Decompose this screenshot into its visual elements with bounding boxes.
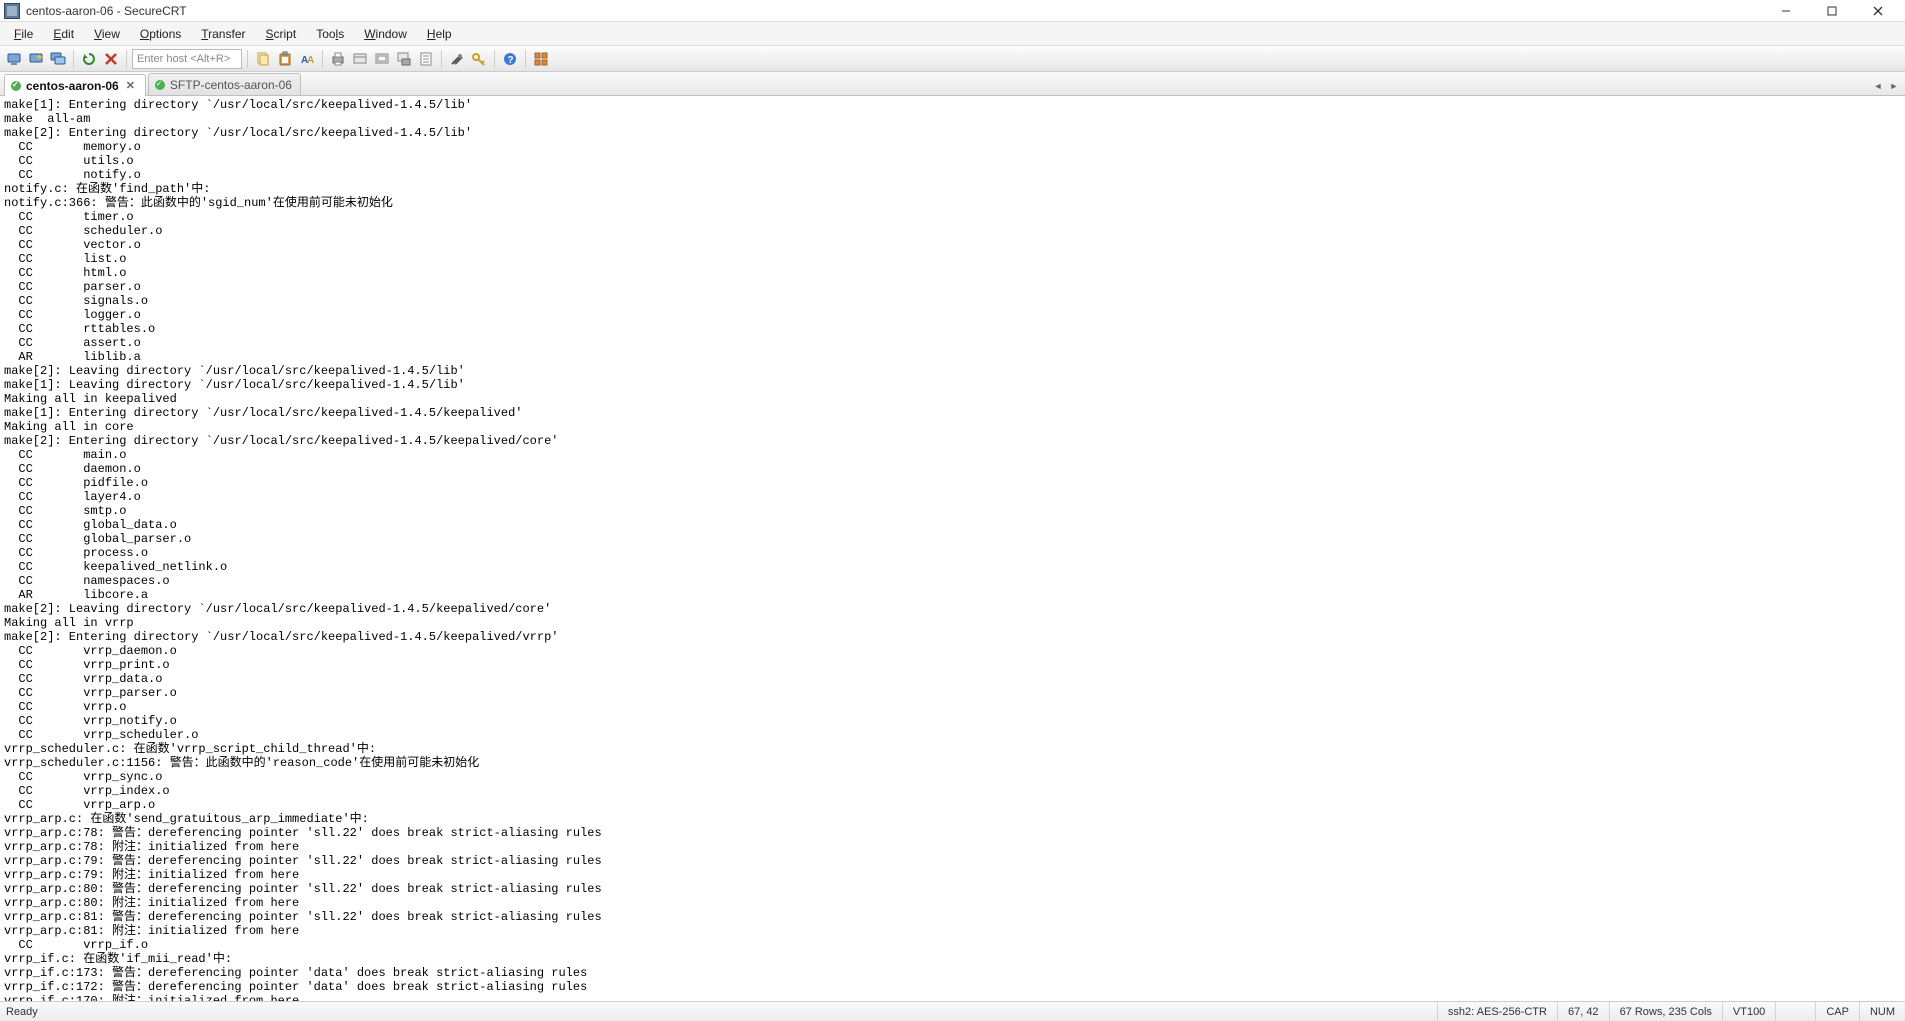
host-input[interactable]: Enter host <Alt+R> [132,49,242,69]
menu-options-label: O [140,27,149,41]
menu-tools[interactable]: Tools [306,22,354,45]
menu-transfer[interactable]: Transfer [191,22,255,45]
tools-icon[interactable] [447,49,467,69]
menu-help-label: H [427,27,436,41]
toolbar: Enter host <Alt+R> AA ? [0,46,1905,72]
menu-view-label: V [94,27,102,41]
toolbar-separator [73,50,74,68]
tab-close-icon[interactable]: ✕ [124,79,137,92]
status-protocol: ssh2: AES-256-CTR [1437,1002,1557,1021]
new-window-icon[interactable] [372,49,392,69]
tab-label: SFTP-centos-aaron-06 [170,78,292,92]
window-controls [1763,0,1901,22]
toolbar-separator [525,50,526,68]
tab-next-icon[interactable]: ► [1887,79,1901,93]
paste-icon[interactable] [275,49,295,69]
status-ready: Ready [0,1006,38,1018]
toolbar-separator [494,50,495,68]
svg-text:?: ? [508,55,514,66]
toolbar-separator [247,50,248,68]
menu-file[interactable]: File [4,22,43,45]
menu-edit-label: E [53,27,61,41]
menu-options[interactable]: Options [130,22,191,45]
status-term: VT100 [1722,1002,1775,1021]
menu-tools-label: l [336,27,339,41]
menu-view[interactable]: View [84,22,130,45]
screen-icon[interactable] [350,49,370,69]
connected-icon [11,81,21,91]
tab-nav: ◄ ► [1871,79,1901,95]
statusbar: Ready ssh2: AES-256-CTR 67, 42 67 Rows, … [0,1001,1905,1021]
menu-script-label: S [266,27,274,41]
tab-centos-aaron-06[interactable]: centos-aaron-06 ✕ [4,74,146,96]
print-icon[interactable] [328,49,348,69]
maximize-button[interactable] [1809,0,1855,22]
window-title: centos-aaron-06 - SecureCRT [26,4,1763,18]
toolbar-separator [126,50,127,68]
host-placeholder: Enter host <Alt+R> [137,53,230,65]
app-window: centos-aaron-06 - SecureCRT File Edit Vi… [0,0,1905,1021]
toolbar-separator [441,50,442,68]
minimize-button[interactable] [1763,0,1809,22]
log-icon[interactable] [416,49,436,69]
menu-window-label: W [364,27,375,41]
close-button[interactable] [1855,0,1901,22]
titlebar[interactable]: centos-aaron-06 - SecureCRT [0,0,1905,22]
svg-text:A: A [307,55,314,66]
terminal-output[interactable]: make[1]: Entering directory `/usr/local/… [0,96,1905,1001]
toolbar-separator [322,50,323,68]
reconnect-icon[interactable] [79,49,99,69]
status-num: NUM [1859,1002,1905,1021]
connected-icon [155,80,165,90]
app-icon [4,3,20,19]
key-icon[interactable] [469,49,489,69]
menubar: File Edit View Options Transfer Script T… [0,22,1905,46]
menu-window[interactable]: Window [354,22,417,45]
tab-prev-icon[interactable]: ◄ [1871,79,1885,93]
tab-label: centos-aaron-06 [26,79,119,93]
connect-icon[interactable] [4,49,24,69]
copy-icon[interactable] [253,49,273,69]
menu-help[interactable]: Help [417,22,462,45]
status-cap: CAP [1815,1002,1859,1021]
disconnect-icon[interactable] [101,49,121,69]
status-dimensions: 67 Rows, 235 Cols [1609,1002,1722,1021]
menu-edit[interactable]: Edit [43,22,84,45]
tab-sftp-centos-aaron-06[interactable]: SFTP-centos-aaron-06 [148,73,301,95]
status-cursor: 67, 42 [1557,1002,1609,1021]
tabbar: centos-aaron-06 ✕ SFTP-centos-aaron-06 ◄… [0,72,1905,96]
menu-script[interactable]: Script [256,22,307,45]
quick-connect-icon[interactable] [26,49,46,69]
help-icon[interactable]: ? [500,49,520,69]
sessions-icon[interactable] [48,49,68,69]
session-manager-icon[interactable] [531,49,551,69]
menu-file-label: F [14,27,21,41]
find-icon[interactable]: AA [297,49,317,69]
print-screen-icon[interactable] [394,49,414,69]
menu-transfer-label: T [201,27,208,41]
